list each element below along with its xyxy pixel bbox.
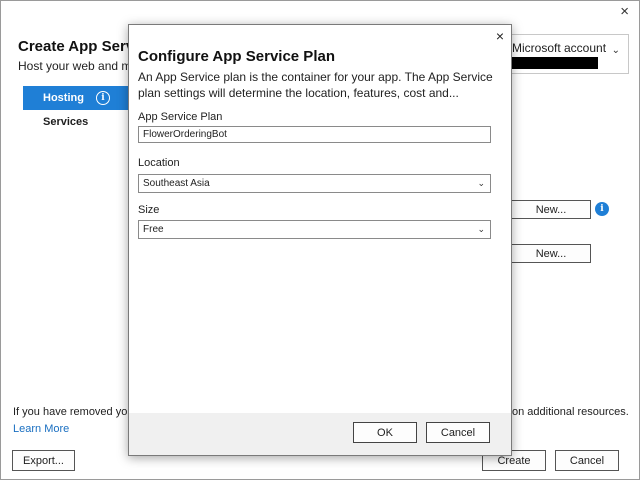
- nav-item-hosting[interactable]: Hosting i: [23, 86, 131, 110]
- window-title: Create App Serv: [18, 38, 135, 55]
- info-icon[interactable]: i: [595, 202, 609, 216]
- app-service-plan-input[interactable]: [138, 126, 491, 143]
- size-select[interactable]: Free ⌄: [138, 220, 491, 239]
- app-service-plan-label: App Service Plan: [138, 111, 223, 123]
- chevron-down-icon: ⌄: [477, 224, 485, 234]
- window-close-icon[interactable]: ×: [620, 3, 629, 20]
- ok-button[interactable]: OK: [353, 422, 417, 443]
- window-subtitle: Host your web and m: [18, 59, 132, 73]
- account-selector[interactable]: Microsoft account ⌄: [509, 34, 629, 74]
- configure-app-service-plan-dialog: × Configure App Service Plan An App Serv…: [128, 24, 512, 456]
- cancel-button[interactable]: Cancel: [555, 450, 619, 471]
- dialog-description: An App Service plan is the container for…: [138, 70, 493, 100]
- location-value: Southeast Asia: [143, 178, 210, 189]
- footer-note: If you have removed your s: [13, 406, 146, 418]
- nav-item-services[interactable]: Services: [43, 116, 88, 128]
- size-value: Free: [143, 224, 164, 235]
- chevron-down-icon: ⌄: [477, 178, 485, 188]
- chevron-down-icon: ⌄: [611, 45, 620, 56]
- location-select[interactable]: Southeast Asia ⌄: [138, 174, 491, 193]
- new-app-service-plan-button[interactable]: New...: [511, 244, 591, 263]
- account-email-redacted: [512, 57, 598, 69]
- new-resource-group-button[interactable]: New...: [511, 200, 591, 219]
- size-label: Size: [138, 204, 160, 216]
- close-icon[interactable]: ×: [496, 28, 504, 44]
- account-label: Microsoft account: [512, 41, 607, 55]
- location-label: Location: [138, 157, 180, 169]
- dialog-title: Configure App Service Plan: [138, 48, 335, 65]
- dialog-footer: OK Cancel: [129, 413, 511, 455]
- learn-more-link[interactable]: Learn More: [13, 423, 69, 435]
- nav-hosting-label: Hosting: [43, 92, 84, 104]
- export-button[interactable]: Export...: [12, 450, 75, 471]
- dialog-cancel-button[interactable]: Cancel: [426, 422, 490, 443]
- footer-note-continued: on additional resources.: [512, 406, 629, 418]
- info-icon[interactable]: i: [95, 91, 110, 105]
